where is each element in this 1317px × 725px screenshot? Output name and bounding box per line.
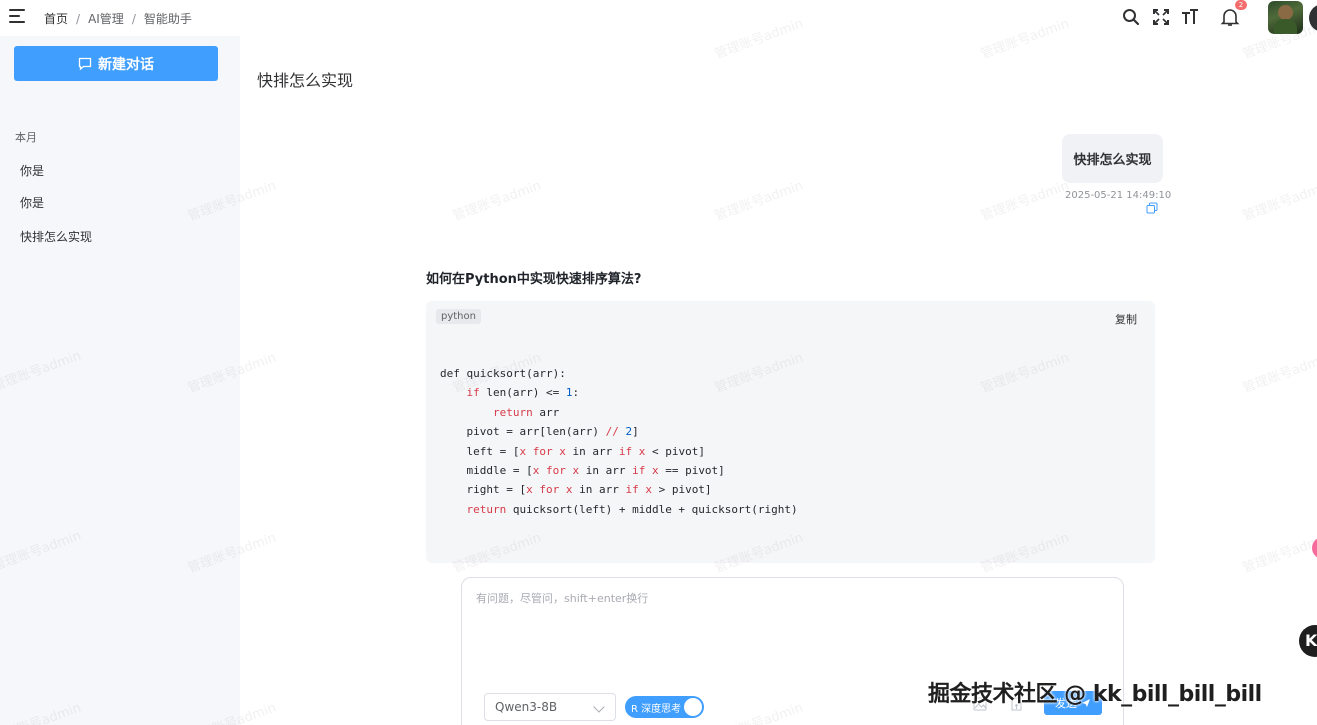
fullscreen-icon[interactable]	[1152, 8, 1170, 26]
code-line: right = [x for x in arr if x > pivot]	[440, 483, 712, 497]
watermark-text: 管理账号admin	[978, 178, 1072, 225]
watermark-text: 管理账号admin	[1240, 530, 1317, 577]
side-floating-button[interactable]: K	[1299, 625, 1317, 657]
toggle-knob	[684, 698, 702, 716]
sidebar: 新建对话 本月 你是 你是 快排怎么实现	[0, 36, 240, 725]
watermark-text: 管理账号admin	[1240, 350, 1317, 397]
conversation-item-active[interactable]: 快排怎么实现	[20, 228, 92, 245]
answer-heading: 如何在Python中实现快速排序算法?	[426, 272, 642, 287]
breadcrumb-separator: /	[131, 11, 136, 26]
copy-icon[interactable]	[1146, 202, 1158, 214]
search-icon[interactable]	[1122, 8, 1140, 26]
model-select-value: Qwen3-8B	[495, 700, 558, 714]
chat-bubble-icon	[78, 57, 92, 70]
chevron-down-icon	[593, 701, 605, 713]
code-line: if len(arr) <= 1:	[466, 386, 580, 400]
bell-icon[interactable]	[1220, 7, 1240, 27]
code-copy-button[interactable]: 复制	[1115, 311, 1137, 327]
avatar[interactable]	[1268, 1, 1303, 34]
user-message-bubble: 快排怎么实现	[1062, 134, 1163, 183]
model-select[interactable]: Qwen3-8B	[484, 693, 616, 721]
watermark-text: 管理账号admin	[1240, 178, 1317, 225]
code-line: return arr	[492, 405, 560, 419]
new-chat-button[interactable]: 新建对话	[14, 46, 218, 81]
side-floating-tab[interactable]	[1312, 537, 1317, 559]
breadcrumb: 首页 / AI管理 / 智能助手	[44, 10, 192, 27]
code-line: left = [x for x in arr if x < pivot]	[440, 444, 705, 458]
code-line: middle = [x for x in arr if x == pivot]	[440, 464, 725, 478]
avatar-secondary[interactable]	[1309, 4, 1317, 32]
footer-watermark: 掘金技术社区 @ kk_bill_bill_bill	[928, 682, 1262, 707]
code-line: return quicksort(left) + middle + quicks…	[466, 502, 798, 516]
code-language-tag: python	[436, 309, 481, 324]
breadcrumb-assistant: 智能助手	[143, 12, 192, 26]
breadcrumb-home[interactable]: 首页	[44, 10, 68, 27]
font-size-icon[interactable]	[1181, 8, 1199, 26]
code-line: def quicksort(arr):	[440, 367, 566, 380]
notification-badge: 2	[1235, 0, 1247, 10]
deep-think-toggle[interactable]: R 深度思考	[625, 696, 704, 718]
conversation-title: 快排怎么实现	[257, 71, 354, 90]
code-block: python 复制 def quicksort(arr): if len(arr…	[426, 301, 1155, 563]
code-line: pivot = arr[len(arr) // 2]	[440, 425, 639, 439]
message-timestamp: 2025-05-21 14:49:10	[1065, 190, 1172, 201]
breadcrumb-separator: /	[76, 11, 81, 26]
section-label-this-month: 本月	[15, 131, 37, 144]
new-chat-label: 新建对话	[98, 55, 154, 72]
conversation-item[interactable]: 你是	[20, 194, 44, 211]
conversation-item[interactable]: 你是	[20, 162, 44, 179]
menu-toggle-icon[interactable]	[9, 9, 25, 23]
top-header: 首页 / AI管理 / 智能助手 2	[0, 0, 1317, 36]
code-content: def quicksort(arr): if len(arr) <= 1: re…	[440, 364, 798, 519]
chat-input-placeholder[interactable]: 有问题，尽管问，shift+enter换行	[476, 590, 648, 606]
deep-think-label: R 深度思考	[631, 703, 682, 715]
watermark-text: 管理账号admin	[712, 178, 806, 225]
watermark-text: 管理账号admin	[450, 178, 544, 225]
breadcrumb-ai-manage[interactable]: AI管理	[88, 10, 124, 27]
